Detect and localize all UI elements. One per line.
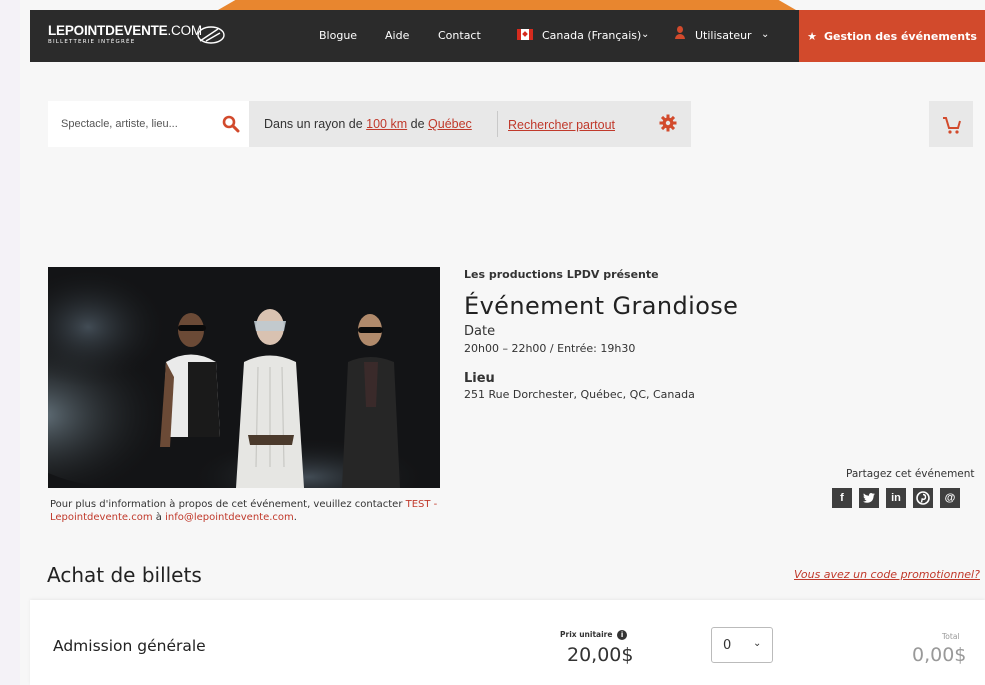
tickets-heading: Achat de billets bbox=[47, 563, 202, 587]
total-value: 0,00$ bbox=[912, 644, 967, 666]
quantity-select[interactable]: 0 ⌄ bbox=[711, 627, 773, 663]
search-radius-text: Dans un rayon de 100 km de Québec bbox=[264, 117, 472, 131]
cart-button[interactable] bbox=[929, 101, 973, 147]
user-icon bbox=[675, 26, 685, 40]
quantity-value: 0 bbox=[723, 638, 732, 653]
unit-price-label: Prix unitaire i bbox=[560, 630, 628, 640]
nav-link-aide[interactable]: Aide bbox=[385, 29, 409, 42]
search-everywhere-link[interactable]: Rechercher partout bbox=[508, 118, 615, 132]
divider bbox=[497, 111, 498, 137]
logo-tagline: BILLETTERIE INTÉGRÉE bbox=[48, 39, 136, 45]
ticket-logo-icon bbox=[197, 26, 225, 44]
chevron-down-icon: ⌄ bbox=[753, 638, 762, 649]
venue-value: 251 Rue Dorchester, Québec, QC, Canada bbox=[464, 388, 695, 401]
date-value: 20h00 – 22h00 / Entrée: 19h30 bbox=[464, 342, 636, 355]
logo-brand: LEPOINTDEVENTE bbox=[48, 23, 168, 38]
facebook-icon[interactable]: f bbox=[832, 488, 852, 508]
user-menu[interactable]: Utilisateur bbox=[695, 29, 752, 42]
search-icon[interactable] bbox=[222, 115, 240, 133]
share-buttons: f in @ bbox=[832, 488, 960, 508]
search-bar: Dans un rayon de 100 km de Québec Recher… bbox=[48, 101, 691, 147]
radius-prefix: Dans un rayon de bbox=[264, 117, 367, 131]
event-management-label: Gestion des événements bbox=[823, 29, 977, 43]
linkedin-icon[interactable]: in bbox=[886, 488, 906, 508]
ticket-name: Admission générale bbox=[53, 637, 206, 655]
date-label: Date bbox=[464, 324, 496, 339]
unit-price: 20,00$ bbox=[567, 644, 634, 666]
unit-price-label-text: Prix unitaire bbox=[560, 630, 613, 639]
ticket-row: Admission générale Prix unitaire i 20,00… bbox=[30, 600, 985, 685]
event-contact-info: Pour plus d'information à propos de cet … bbox=[50, 498, 440, 524]
chevron-down-icon: ⌄ bbox=[641, 29, 650, 40]
share-label: Partagez cet événement bbox=[846, 468, 975, 480]
top-navigation-bar: LEPOINTDEVENTE.COM BILLETTERIE INTÉGRÉE … bbox=[30, 10, 985, 62]
radius-value-link[interactable]: 100 km bbox=[366, 117, 407, 131]
search-input[interactable] bbox=[48, 101, 249, 147]
email-icon[interactable]: @ bbox=[940, 488, 960, 508]
city-link[interactable]: Québec bbox=[428, 117, 472, 131]
cart-icon bbox=[943, 117, 961, 134]
contact-email-link[interactable]: info@lepointdevente.com bbox=[165, 512, 294, 523]
venue-label: Lieu bbox=[464, 371, 495, 386]
info-icon[interactable]: i bbox=[617, 630, 628, 640]
event-presenter: Les productions LPDV présente bbox=[464, 268, 659, 281]
total-label: Total bbox=[942, 632, 960, 641]
nav-link-contact[interactable]: Contact bbox=[438, 29, 481, 42]
canada-flag-icon bbox=[517, 29, 533, 40]
region-selector[interactable]: Canada (Français) bbox=[542, 29, 641, 42]
event-photo bbox=[48, 267, 440, 488]
site-logo[interactable]: LEPOINTDEVENTE.COM BILLETTERIE INTÉGRÉE bbox=[48, 23, 225, 45]
twitter-icon[interactable] bbox=[859, 488, 879, 508]
nav-link-blogue[interactable]: Blogue bbox=[319, 29, 357, 42]
event-title: Événement Grandiose bbox=[464, 292, 739, 320]
gear-icon[interactable] bbox=[659, 114, 677, 132]
radius-mid: de bbox=[407, 117, 429, 131]
chevron-down-icon: ⌄ bbox=[761, 29, 770, 40]
star-icon: ★ bbox=[807, 29, 817, 43]
contact-prefix: Pour plus d'information à propos de cet … bbox=[50, 499, 406, 510]
header-accent-tab bbox=[218, 0, 796, 10]
promo-code-link[interactable]: Vous avez un code promotionnel? bbox=[794, 568, 980, 581]
event-management-button[interactable]: ★ Gestion des événements bbox=[799, 10, 985, 62]
contact-suffix: . bbox=[293, 512, 297, 523]
pinterest-icon[interactable] bbox=[913, 488, 933, 508]
contact-mid: à bbox=[152, 512, 166, 523]
